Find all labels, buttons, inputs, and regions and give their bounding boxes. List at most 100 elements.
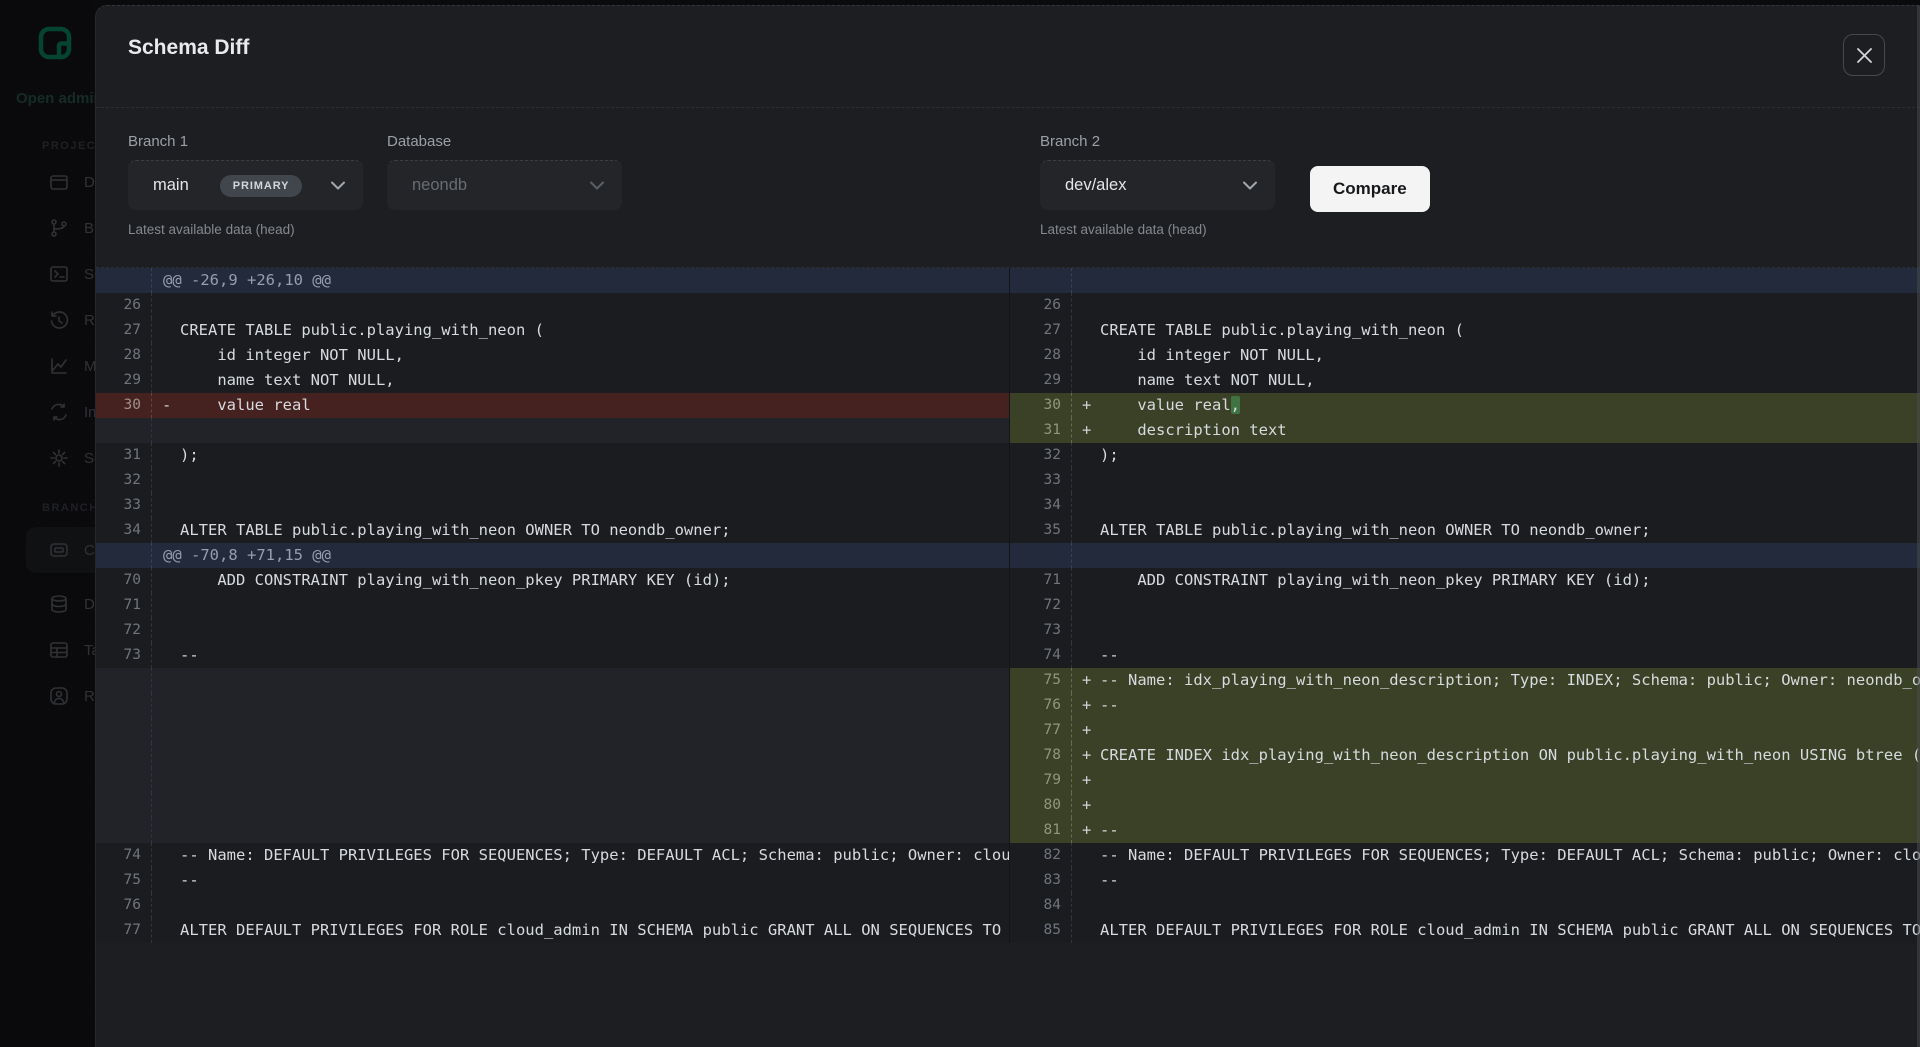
code-line: value real	[180, 393, 1009, 418]
code-line: --	[1100, 643, 1920, 668]
diff-marker	[1072, 368, 1100, 393]
diff-marker	[152, 618, 180, 643]
line-number: 74	[96, 843, 152, 868]
code-line	[180, 493, 1009, 518]
diff-row-add: 78+CREATE INDEX idx_playing_with_neon_de…	[1010, 743, 1920, 768]
diff-marker	[152, 318, 180, 343]
diff-marker	[152, 868, 180, 893]
diff-row-ctx: 29 name text NOT NULL,	[96, 368, 1009, 393]
line-number: 80	[1010, 793, 1072, 818]
diff-row-ctx: 72	[1010, 593, 1920, 618]
line-number: 28	[96, 343, 152, 368]
diff-row-add: 31+ description text	[1010, 418, 1920, 443]
code-line: --	[180, 643, 1009, 668]
diff-marker: +	[1072, 693, 1100, 718]
diff-row-hunk	[1010, 543, 1920, 568]
diff-marker	[152, 468, 180, 493]
line-number: 29	[1010, 368, 1072, 393]
diff-row-ctx: 73	[1010, 618, 1920, 643]
diff-marker	[1072, 618, 1100, 643]
line-number: 28	[1010, 343, 1072, 368]
diff-pane-branch2: 2627 CREATE TABLE public.playing_with_neo…	[1009, 268, 1920, 943]
line-number: 26	[96, 293, 152, 318]
code-line	[180, 893, 1009, 918]
code-line: description text	[1100, 418, 1920, 443]
code-line: value real,	[1100, 393, 1920, 418]
diff-row-ctx: 84	[1010, 893, 1920, 918]
diff-marker	[152, 568, 180, 593]
branch1-select[interactable]: main PRIMARY	[128, 160, 363, 210]
diff-marker	[1072, 518, 1100, 543]
line-number: 78	[1010, 743, 1072, 768]
diff-marker	[1072, 293, 1100, 318]
branch2-label: Branch 2	[1040, 133, 1275, 148]
code-line: CREATE TABLE public.playing_with_neon (	[180, 318, 1009, 343]
diff-row-ctx: 77ALTER DEFAULT PRIVILEGES FOR ROLE clou…	[96, 918, 1009, 943]
compare-button[interactable]: Compare	[1310, 166, 1430, 212]
line-number: 73	[96, 643, 152, 668]
diff-row-spacer	[96, 718, 1009, 743]
diff-row-ctx: 28 id integer NOT NULL,	[1010, 343, 1920, 368]
line-number: 71	[1010, 568, 1072, 593]
diff-marker: +	[1072, 793, 1100, 818]
diff-row-spacer	[96, 768, 1009, 793]
code-line: -- Name: DEFAULT PRIVILEGES FOR SEQUENCE…	[180, 843, 1009, 868]
diff-row-ctx: 74--	[1010, 643, 1920, 668]
code-line	[180, 593, 1009, 618]
branch2-caption: Latest available data (head)	[1040, 222, 1275, 237]
code-line	[1100, 618, 1920, 643]
database-group: Database neondb	[387, 133, 622, 210]
line-number: 76	[96, 893, 152, 918]
diff-marker	[152, 493, 180, 518]
line-number: 26	[1010, 293, 1072, 318]
sidebar: Open admin PROJECTDashboardBranchesSQL E…	[0, 0, 95, 1047]
diff-marker: -	[152, 393, 180, 418]
close-button[interactable]	[1843, 34, 1885, 76]
code-line: --	[1100, 693, 1920, 718]
line-number: 83	[1010, 868, 1072, 893]
code-line	[1100, 718, 1920, 743]
diff-row-ctx: 35ALTER TABLE public.playing_with_neon O…	[1010, 518, 1920, 543]
diff-marker	[152, 843, 180, 868]
diff-row-ctx: 71 ADD CONSTRAINT playing_with_neon_pkey…	[1010, 568, 1920, 593]
chevron-down-icon	[590, 181, 604, 190]
close-icon	[1857, 48, 1872, 63]
diff-row-ctx: 85ALTER DEFAULT PRIVILEGES FOR ROLE clou…	[1010, 918, 1920, 943]
line-number: 33	[96, 493, 152, 518]
diff-row-ctx: 33	[1010, 468, 1920, 493]
database-label: Database	[387, 133, 622, 148]
diff-row-add: 77+	[1010, 718, 1920, 743]
code-line: -- Name: idx_playing_with_neon_descripti…	[1100, 668, 1920, 693]
diff-row-spacer	[96, 668, 1009, 693]
diff-row-add: 81+--	[1010, 818, 1920, 843]
header-divider	[96, 107, 1920, 108]
diff-row-hunk	[1010, 268, 1920, 293]
diff-row-ctx: 29 name text NOT NULL,	[1010, 368, 1920, 393]
diff-marker: +	[1072, 668, 1100, 693]
code-line: name text NOT NULL,	[1100, 368, 1920, 393]
diff-marker: +	[1072, 718, 1100, 743]
code-line: -- Name: DEFAULT PRIVILEGES FOR SEQUENCE…	[1100, 843, 1920, 868]
schema-diff-modal: Schema Diff Branch 1 main PRIMARY Latest…	[95, 5, 1920, 1047]
diff-row-add: 76+--	[1010, 693, 1920, 718]
hunk-header: @@ -70,8 +71,15 @@	[152, 543, 1009, 568]
diff-row-ctx: 75--	[96, 868, 1009, 893]
line-number: 72	[96, 618, 152, 643]
schema-diff-view: @@ -26,9 +26,10 @@2627CREATE TABLE publi…	[96, 267, 1920, 943]
database-value: neondb	[412, 176, 467, 195]
database-select[interactable]: neondb	[387, 160, 622, 210]
line-number: 31	[96, 443, 152, 468]
diff-row-ctx: 83--	[1010, 868, 1920, 893]
line-number: 27	[1010, 318, 1072, 343]
diff-marker	[152, 443, 180, 468]
code-line: CREATE TABLE public.playing_with_neon (	[1100, 318, 1920, 343]
line-number: 84	[1010, 893, 1072, 918]
line-number: 75	[1010, 668, 1072, 693]
branch2-select[interactable]: dev/alex	[1040, 160, 1275, 210]
diff-row-ctx: 82-- Name: DEFAULT PRIVILEGES FOR SEQUEN…	[1010, 843, 1920, 868]
primary-badge: PRIMARY	[220, 175, 303, 197]
diff-row-add: 30+ value real,	[1010, 393, 1920, 418]
branch1-value: main	[153, 176, 189, 195]
diff-marker	[152, 518, 180, 543]
branch2-value: dev/alex	[1065, 176, 1126, 195]
